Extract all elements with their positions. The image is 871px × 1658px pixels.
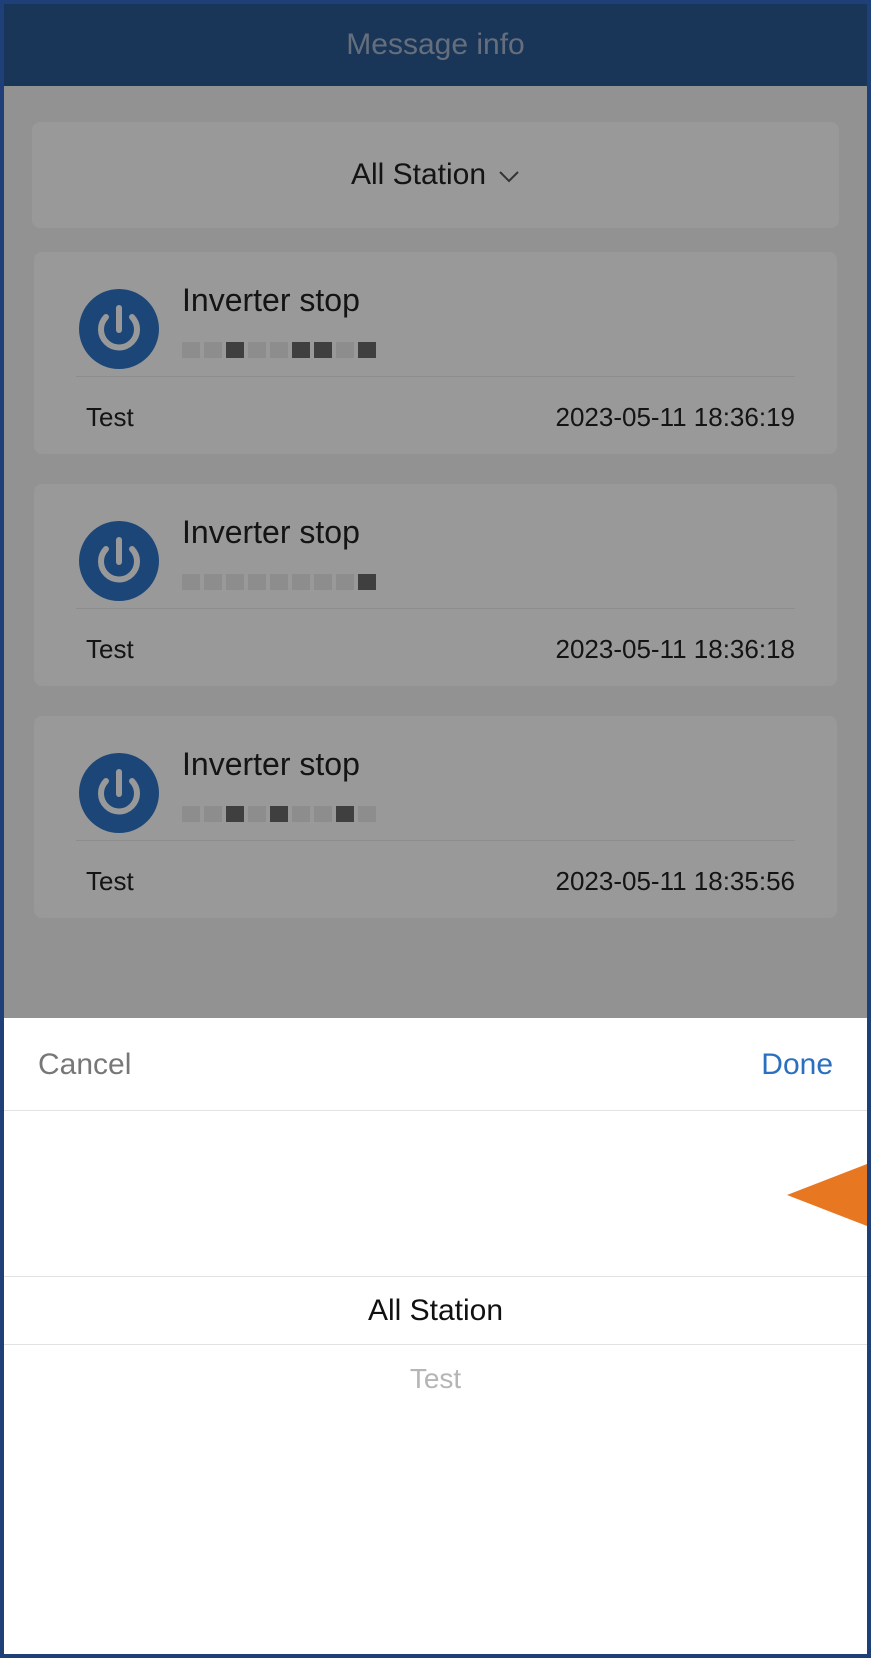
picker-toolbar: Cancel Done xyxy=(4,1018,867,1111)
done-button[interactable]: Done xyxy=(761,1048,833,1082)
pointer-arrow-icon xyxy=(787,1164,867,1226)
picker-option[interactable]: Test xyxy=(4,1345,867,1412)
picker-wheel[interactable]: All Station Test xyxy=(4,1276,867,1412)
picker-option-selected[interactable]: All Station xyxy=(4,1277,867,1344)
station-picker-sheet: Cancel Done All Station Test xyxy=(4,1018,867,1654)
modal-backdrop[interactable] xyxy=(4,4,867,1074)
app-frame: Message info All Station Inverter stop T… xyxy=(0,0,871,1658)
cancel-button[interactable]: Cancel xyxy=(38,1048,131,1082)
